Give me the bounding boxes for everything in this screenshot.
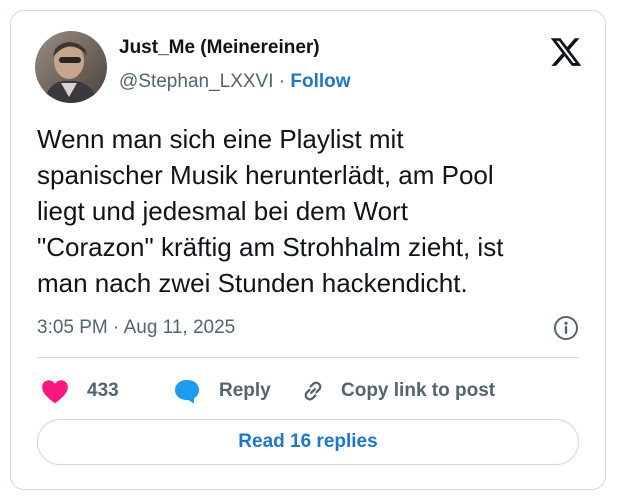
reply-button[interactable]: Reply xyxy=(173,373,271,409)
follow-button[interactable]: Follow xyxy=(290,71,350,92)
author-display-name[interactable]: Just_Me (Meinereiner) xyxy=(119,37,320,59)
like-button[interactable]: 433 xyxy=(41,373,119,409)
author-handle[interactable]: @Stephan_LXXVI xyxy=(119,71,274,92)
post-text-line: liegt und jedesmal bei dem Wort xyxy=(37,196,408,226)
reply-label: Reply xyxy=(219,380,271,401)
post-text-line: spanischer Musik herunterlädt, am Pool xyxy=(37,160,494,190)
speech-bubble-icon xyxy=(173,378,201,404)
read-replies-button[interactable]: Read 16 replies xyxy=(37,419,579,465)
like-count: 433 xyxy=(87,380,119,401)
divider xyxy=(37,357,579,358)
embedded-post-card: Just_Me (Meinereiner) @Stephan_LXXVI · F… xyxy=(10,10,606,490)
post-text-line: man nach zwei Stunden hackendicht. xyxy=(37,268,468,298)
info-icon[interactable] xyxy=(553,315,579,341)
post-text-line: Wenn man sich eine Playlist mit xyxy=(37,124,404,154)
post-text: Wenn man sich eine Playlist mit spanisch… xyxy=(37,121,597,301)
copy-link-button[interactable]: Copy link to post xyxy=(299,373,495,409)
post-timestamp[interactable]: 3:05 PM · Aug 11, 2025 xyxy=(37,317,235,339)
action-bar: 433 Reply Copy link to post xyxy=(37,373,579,409)
post-text-line: "Corazon" kräftig am Strohhalm zieht, is… xyxy=(37,232,504,262)
handle-separator: · xyxy=(273,71,291,92)
link-icon xyxy=(299,377,327,405)
author-handle-row: @Stephan_LXXVI · Follow xyxy=(119,71,351,93)
avatar[interactable] xyxy=(35,31,107,103)
copy-link-label: Copy link to post xyxy=(341,380,496,401)
heart-icon xyxy=(41,378,69,404)
x-logo-icon[interactable] xyxy=(549,35,583,69)
